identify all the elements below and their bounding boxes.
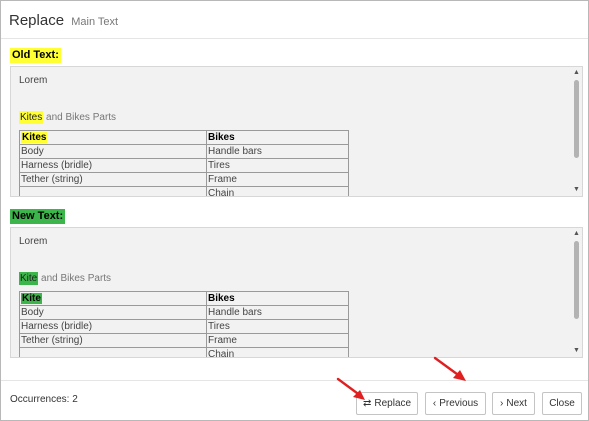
dialog-title: Replace Main Text xyxy=(9,12,118,29)
table-cell: Tires xyxy=(206,319,349,334)
table-row: Harness (bridle) Tires xyxy=(19,158,349,173)
table-row: Body Handle bars xyxy=(19,144,349,159)
new-lorem-text: Lorem xyxy=(19,236,48,247)
old-preview-scrollbar[interactable]: ▲ ▼ xyxy=(572,68,581,195)
table-cell: Handle bars xyxy=(206,144,349,159)
dialog-subtitle: Main Text xyxy=(71,16,119,28)
old-lorem-text: Lorem xyxy=(19,75,48,86)
table-row: Body Handle bars xyxy=(19,305,349,320)
table-row: Tether (string) Frame xyxy=(19,172,349,187)
table-header-cell: Kites xyxy=(19,130,207,145)
table-cell: Tether (string) xyxy=(19,172,207,187)
dialog-title-text: Replace xyxy=(9,12,65,29)
table-cell: Tires xyxy=(206,158,349,173)
next-button-label: Next xyxy=(506,398,527,409)
replace-button-label: Replace xyxy=(374,398,412,409)
old-text-preview[interactable]: Lorem Kites and Bikes Parts Kites Bikes … xyxy=(10,66,583,197)
table-header-row: Kite Bikes xyxy=(19,291,349,306)
previous-button-label: Previous xyxy=(439,398,479,409)
dialog-footer: Occurrences: 2 ⇄ Replace ‹ Previous › Next … xyxy=(1,380,588,420)
replace-dialog: Replace Main Text Old Text: Lorem Kites … xyxy=(0,0,589,421)
table-header-cell: Bikes xyxy=(206,130,349,145)
table-header-cell: Kite xyxy=(19,291,207,306)
table-header-row: Kites Bikes xyxy=(19,130,349,145)
new-highlight-word: Kite xyxy=(19,272,39,285)
scrollbar-thumb[interactable] xyxy=(574,241,579,319)
scroll-up-icon[interactable]: ▲ xyxy=(572,230,581,238)
scrollbar-thumb[interactable] xyxy=(574,80,579,158)
table-cell: Chain xyxy=(206,347,349,357)
occurrences-count: Occurrences: 2 xyxy=(10,394,78,405)
new-text-preview[interactable]: Lorem Kite and Bikes Parts Kite Bikes Bo… xyxy=(10,227,583,358)
new-preview-scrollbar[interactable]: ▲ ▼ xyxy=(572,229,581,356)
new-subheading: Kite and Bikes Parts xyxy=(19,272,112,285)
scroll-up-icon[interactable]: ▲ xyxy=(572,69,581,77)
old-subheading: Kites and Bikes Parts xyxy=(19,111,117,124)
table-header-cell: Bikes xyxy=(206,291,349,306)
chevron-right-icon: › xyxy=(500,398,504,409)
table-cell: Harness (bridle) xyxy=(19,319,207,334)
table-cell: Body xyxy=(19,144,207,159)
table-cell: Tether (string) xyxy=(19,333,207,348)
previous-button[interactable]: ‹ Previous xyxy=(425,392,486,415)
chevron-left-icon: ‹ xyxy=(432,398,437,409)
close-button[interactable]: Close xyxy=(542,392,582,415)
table-row: Chain xyxy=(19,186,349,196)
red-arrow-icon xyxy=(433,356,466,381)
red-arrow-icon xyxy=(336,377,365,400)
scroll-down-icon[interactable]: ▼ xyxy=(572,347,581,355)
old-subheading-rest: and Bikes Parts xyxy=(43,112,117,123)
table-cell: Body xyxy=(19,305,207,320)
table-row: Chain xyxy=(19,347,349,357)
table-cell: Harness (bridle) xyxy=(19,158,207,173)
table-cell: Frame xyxy=(206,172,349,187)
table-cell: Frame xyxy=(206,333,349,348)
table-cell: Handle bars xyxy=(206,305,349,320)
new-subheading-rest: and Bikes Parts xyxy=(38,273,112,284)
new-text-label: New Text: xyxy=(10,209,66,224)
table-cell: Chain xyxy=(206,186,349,196)
table-cell xyxy=(19,347,207,357)
old-highlight-word: Kites xyxy=(19,111,44,124)
new-parts-table: Kite Bikes Body Handle bars Harness (bri… xyxy=(19,291,349,357)
table-row: Harness (bridle) Tires xyxy=(19,319,349,334)
close-button-label: Close xyxy=(549,398,575,409)
table-cell xyxy=(19,186,207,196)
table-row: Tether (string) Frame xyxy=(19,333,349,348)
dialog-header: Replace Main Text xyxy=(1,1,588,39)
old-parts-table: Kites Bikes Body Handle bars Harness (br… xyxy=(19,130,349,196)
scroll-down-icon[interactable]: ▼ xyxy=(572,186,581,194)
next-button[interactable]: › Next xyxy=(492,392,535,415)
old-text-label: Old Text: xyxy=(10,48,61,63)
